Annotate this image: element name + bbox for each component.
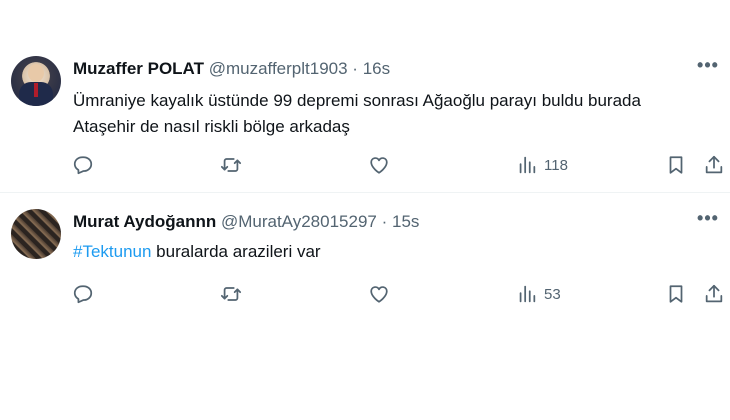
tweet-text: Ümraniye kayalık üstünde 99 depremi sonr… [73,88,723,140]
display-name[interactable]: Murat Aydoğannn [73,212,216,231]
retweet-icon [220,287,242,301]
views-count: 53 [544,285,561,303]
views-button[interactable]: 53 [516,280,561,308]
timestamp[interactable]: 16s [363,59,390,78]
tweet-text-line: Ümraniye kayalık üstünde 99 depremi sonr… [73,91,641,110]
views-icon [519,285,536,303]
tweet-header: Murat Aydoğannn @MuratAy28015297 · 15s [73,211,419,233]
separator-dot: · [381,212,388,231]
user-handle[interactable]: @MuratAy28015297 [221,212,377,231]
bookmark-icon [669,285,683,303]
share-button[interactable] [703,151,725,179]
reply-button[interactable] [72,151,94,179]
avatar[interactable] [11,209,61,259]
views-button[interactable]: 118 [516,151,568,179]
tweet-text-rest: buralarda arazileri var [151,242,321,261]
action-bar: 118 [0,151,730,179]
avatar-face [28,64,44,82]
top-blank-area [0,0,730,40]
like-icon [370,286,388,303]
retweet-button[interactable] [220,280,242,308]
views-count: 118 [544,156,568,174]
reply-icon [73,156,93,175]
like-icon [370,157,388,174]
retweet-button[interactable] [220,151,242,179]
reply-button[interactable] [72,280,94,308]
display-name[interactable]: Muzaffer POLAT [73,59,204,78]
action-bar: 53 [0,280,730,308]
share-icon [705,155,723,174]
reply-icon [73,285,93,304]
hashtag-link[interactable]: #Tektunun [73,242,151,261]
tweet-text-line: Ataşehir de nasıl riskli bölge arkadaş [73,117,350,136]
more-icon[interactable]: ••• [696,209,720,233]
avatar[interactable] [11,56,61,106]
bookmark-button[interactable] [665,151,687,179]
like-button[interactable] [368,280,390,308]
tweet[interactable]: Murat Aydoğannn @MuratAy28015297 · 15s •… [0,193,730,323]
avatar-tie [34,83,38,97]
tweet[interactable]: Muzaffer POLAT @muzafferplt1903 · 16s ••… [0,40,730,193]
bookmark-button[interactable] [665,280,687,308]
user-handle[interactable]: @muzafferplt1903 [209,59,348,78]
tweet-header: Muzaffer POLAT @muzafferplt1903 · 16s [73,58,390,80]
timestamp[interactable]: 15s [392,212,419,231]
tweet-text: #Tektunun buralarda arazileri var [73,239,723,265]
share-icon [705,284,723,303]
retweet-icon [220,158,242,172]
more-icon[interactable]: ••• [696,56,720,80]
like-button[interactable] [368,151,390,179]
separator-dot: · [352,59,358,78]
views-icon [519,156,536,174]
share-button[interactable] [703,280,725,308]
bookmark-icon [669,156,683,174]
